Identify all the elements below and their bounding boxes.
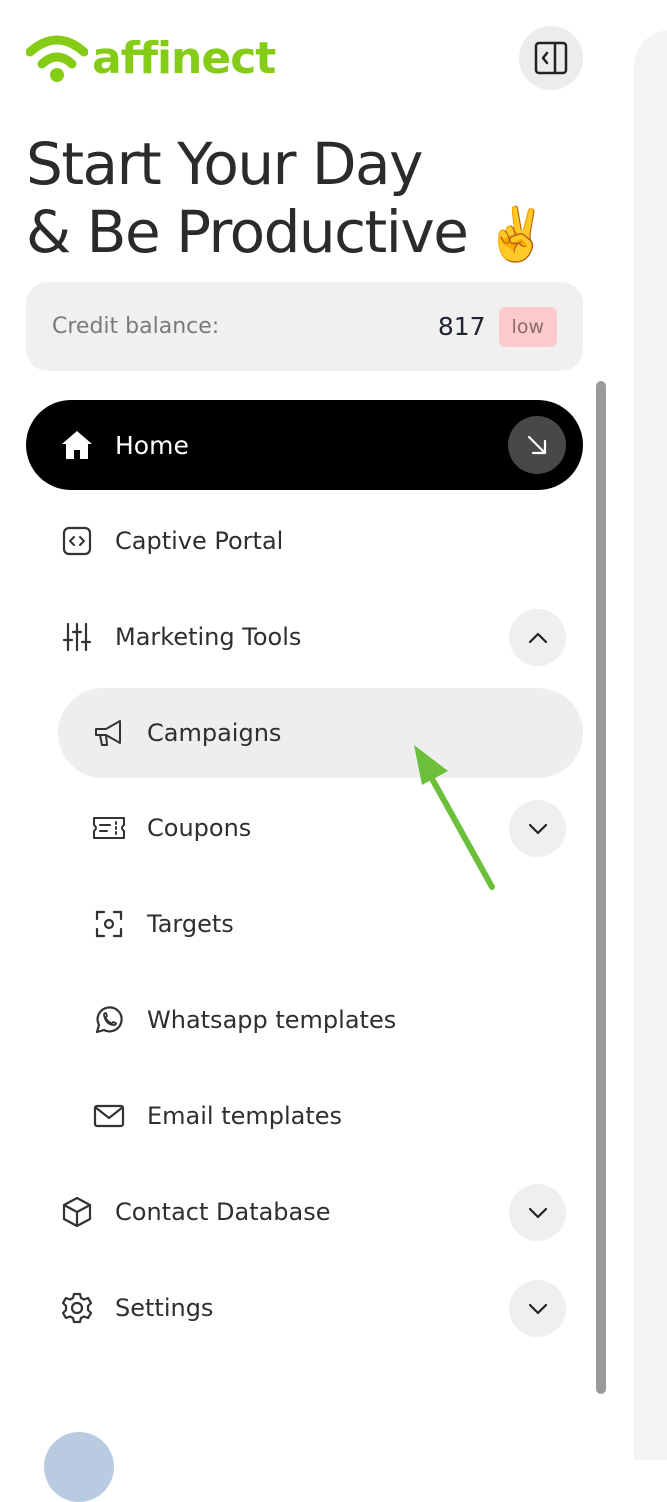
nav-item-marketing-tools[interactable]: Marketing Tools [60,592,583,682]
greeting-line-2: & Be Productive ✌️ [26,198,549,269]
page-title: Start Your Day & Be Productive ✌️ [26,130,549,269]
chevron-up-icon[interactable] [509,609,566,666]
main-content-panel [634,30,667,1460]
mail-icon [92,1099,126,1133]
annotation-arrow-icon [414,745,495,890]
home-icon [60,428,94,462]
nav-item-label: Marketing Tools [115,623,302,651]
brand-logo[interactable]: affinect [26,32,276,86]
nav-item-contact-database[interactable]: Contact Database [60,1167,583,1257]
cube-icon [60,1195,94,1229]
sidebar-collapse-icon [534,41,568,75]
brand-name: affinect [92,33,276,84]
nav-item-whatsapp-templates[interactable]: Whatsapp templates [92,975,583,1065]
nav-item-email-templates[interactable]: Email templates [92,1071,583,1161]
collapse-sidebar-button[interactable] [519,26,583,90]
arrow-down-right-icon[interactable] [508,416,566,474]
credit-balance-value: 817 [437,312,486,341]
chevron-down-icon[interactable] [509,1184,566,1241]
whatsapp-icon [92,1003,126,1037]
nav-item-captive-portal[interactable]: Captive Portal [60,496,583,586]
credit-balance-label: Credit balance: [52,314,220,339]
nav-item-settings[interactable]: Settings [60,1263,583,1353]
scrollbar[interactable] [596,381,606,1394]
greeting-line-1: Start Your Day [26,130,423,198]
ticket-icon [92,811,126,845]
nav-item-label: Email templates [147,1102,343,1130]
nav-item-label: Campaigns [147,719,282,747]
credit-balance-card: Credit balance: 817 low [26,282,583,371]
wifi-signal-icon [26,35,88,82]
nav-item-label: Captive Portal [115,527,284,555]
code-icon [60,524,94,558]
nav-item-label: Coupons [147,814,252,842]
sliders-icon [60,620,94,654]
victory-hand-emoji: ✌️ [484,205,549,265]
nav-item-label: Whatsapp templates [147,1006,397,1034]
gear-icon [60,1291,94,1325]
avatar[interactable] [44,1432,114,1502]
greeting-line-2-text: & Be Productive [26,198,469,266]
chevron-down-icon[interactable] [509,800,566,857]
nav-item-label: Contact Database [115,1198,331,1226]
nav-item-label: Targets [147,910,234,938]
target-icon [92,907,126,941]
megaphone-icon [92,716,126,750]
chevron-down-icon[interactable] [509,1280,566,1337]
nav-item-label: Home [115,430,189,460]
nav-item-label: Settings [115,1294,214,1322]
nav-item-home[interactable]: Home [26,400,583,490]
status-badge: low [498,306,557,347]
